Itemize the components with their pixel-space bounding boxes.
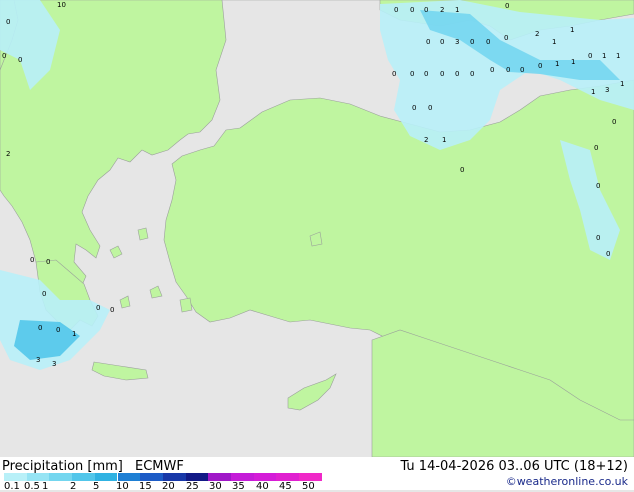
point-value: 0	[538, 62, 542, 70]
legend-swatch	[299, 473, 322, 481]
point-value: 1	[442, 136, 446, 144]
point-value: 1	[72, 330, 76, 338]
point-value: 0	[594, 144, 598, 152]
legend-tick-label: 30	[209, 481, 222, 492]
point-value: 1	[616, 52, 620, 60]
point-value: 2	[6, 150, 10, 158]
point-value: 3	[455, 38, 459, 46]
point-value: 0	[30, 256, 34, 264]
point-value: 3	[52, 360, 56, 368]
legend-tick-label: 15	[139, 481, 152, 492]
legend-swatch	[49, 473, 73, 481]
legend-swatch	[253, 473, 277, 481]
legend-tick-label: 20	[162, 481, 175, 492]
point-value: 0	[486, 38, 490, 46]
point-value: 0	[460, 166, 464, 174]
point-value: 0	[596, 234, 600, 242]
point-value: 2	[535, 30, 539, 38]
point-value: 1	[602, 52, 606, 60]
point-value: 0	[588, 52, 592, 60]
point-value: 0	[520, 66, 524, 74]
point-value: 0	[110, 306, 114, 314]
point-value: 1	[620, 80, 624, 88]
legend-tick-label: 0.1	[4, 481, 20, 492]
legend-swatch	[185, 473, 209, 481]
point-value: 1	[552, 38, 556, 46]
point-value: 0	[612, 118, 616, 126]
legend-tick-label: 10	[116, 481, 129, 492]
point-value: 0	[426, 38, 430, 46]
legend-tick-label: 2	[70, 481, 77, 492]
point-value: 1	[571, 58, 575, 66]
legend-tick-label: 45	[279, 481, 292, 492]
point-value: 0	[505, 2, 509, 10]
legend-tick-label: 1	[42, 481, 49, 492]
point-value: 0	[392, 70, 396, 78]
point-value: 0	[440, 38, 444, 46]
point-value: 0	[56, 326, 60, 334]
point-value: 0	[455, 70, 459, 78]
point-value: 0	[18, 56, 22, 64]
point-value: 0	[470, 38, 474, 46]
point-value: 0	[424, 70, 428, 78]
point-value: 1	[591, 88, 595, 96]
point-value: 1	[455, 6, 459, 14]
legend-bar	[4, 473, 322, 481]
point-value: 0	[596, 182, 600, 190]
legend-swatch	[140, 473, 163, 481]
credit: ©weatheronline.co.uk	[505, 475, 628, 488]
legend-swatch	[72, 473, 95, 481]
point-value: 0	[440, 70, 444, 78]
point-value: 0	[490, 66, 494, 74]
legend-tick-label: 35	[232, 481, 245, 492]
legend-tick-label: 0.5	[24, 481, 40, 492]
legend-swatch	[26, 473, 50, 481]
point-value: 0	[424, 6, 428, 14]
point-value: 0	[504, 34, 508, 42]
point-value: 3	[36, 356, 40, 364]
point-value: 0	[412, 104, 416, 112]
legend-swatch	[162, 473, 186, 481]
legend-swatch	[208, 473, 231, 481]
legend-swatch	[4, 473, 27, 481]
point-value: 0	[46, 258, 50, 266]
legend-tick-label: 5	[93, 481, 100, 492]
point-value: 0	[470, 70, 474, 78]
point-value: 0	[506, 66, 510, 74]
point-value: 10	[57, 1, 66, 9]
point-value: 0	[428, 104, 432, 112]
point-value: 0	[2, 52, 6, 60]
legend-tick-label: 25	[186, 481, 199, 492]
legend-swatch	[231, 473, 254, 481]
point-value: 0	[394, 6, 398, 14]
point-value: 0	[38, 324, 42, 332]
point-value: 2	[424, 136, 428, 144]
legend-tick-label: 50	[302, 481, 315, 492]
legend-swatch	[276, 473, 300, 481]
legend-swatch	[94, 473, 118, 481]
point-value: 0	[6, 18, 10, 26]
point-value: 1	[555, 60, 559, 68]
point-value: 0	[606, 250, 610, 258]
point-value: 1	[570, 26, 574, 34]
point-value: 2	[440, 6, 444, 14]
point-value: 0	[42, 290, 46, 298]
valid-time: Tu 14-04-2026 03..06 UTC (18+12)	[400, 459, 628, 474]
model-name: ECMWF	[135, 459, 184, 474]
title: Precipitation [mm]	[2, 459, 123, 474]
point-value: 3	[605, 86, 609, 94]
point-value: 0	[96, 304, 100, 312]
point-value: 0	[410, 70, 414, 78]
precipitation-map: 100 0 2 10 000 00 0 3 0 0 0 2110 0 0 0 0 0 0 0 0 0 1 10 1 11 310 0…	[0, 0, 634, 457]
point-value: 0	[410, 6, 414, 14]
legend-swatch	[117, 473, 141, 481]
legend-tick-label: 40	[256, 481, 269, 492]
